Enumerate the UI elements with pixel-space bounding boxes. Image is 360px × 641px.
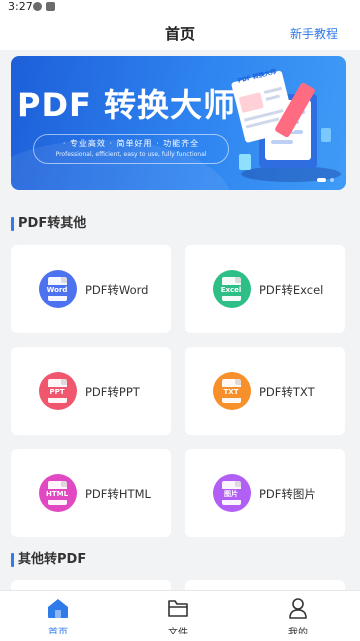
card-pdf-to-html[interactable]: HTML PDF转HTML [11, 449, 171, 537]
html-icon: HTML [39, 474, 77, 512]
folder-icon [168, 600, 188, 617]
home-icon [48, 599, 68, 618]
nav-item-home[interactable]: 首页 [28, 597, 88, 639]
profile-icon [289, 598, 307, 619]
card-label: PDF转HTML [85, 487, 151, 501]
banner-dot[interactable] [330, 178, 334, 182]
card-pdf-to-excel[interactable]: Excel PDF转Excel [185, 245, 345, 333]
section-title-other-to-pdf: 其他转PDF [11, 552, 86, 568]
card-pdf-to-txt[interactable]: TXT PDF转TXT [185, 347, 345, 435]
nav-item-profile[interactable]: 我的 [268, 597, 328, 639]
word-icon: Word [39, 270, 77, 308]
txt-icon: TXT [213, 372, 251, 410]
ppt-icon: PPT [39, 372, 77, 410]
card-pdf-to-word[interactable]: Word PDF转Word [11, 245, 171, 333]
header: 首页 新手教程 [0, 14, 360, 50]
banner-subtitle-pill: · 专业高效 · 简单好用 · 功能齐全 Professional, effic… [33, 134, 229, 164]
bottom-navigation: 首页 文件 我的 [0, 590, 360, 639]
banner-title: PDF 转换大师 [17, 86, 237, 124]
image-icon: 图片 [213, 474, 251, 512]
nav-item-files[interactable]: 文件 [148, 597, 208, 639]
card-label: PDF转图片 [259, 487, 316, 501]
card-label: PDF转Excel [259, 283, 324, 297]
sim-status-icon [46, 2, 55, 11]
gear-status-icon [33, 2, 42, 11]
card-label: PDF转TXT [259, 385, 315, 399]
banner-pagination [317, 178, 334, 182]
tutorial-link[interactable]: 新手教程 [290, 25, 338, 42]
status-time: 3:27 [8, 0, 33, 13]
banner-subtitle: · 专业高效 · 简单好用 · 功能齐全 [62, 139, 200, 148]
card-label: PDF转PPT [85, 385, 140, 399]
banner-dot-active[interactable] [317, 178, 326, 182]
excel-icon: Excel [213, 270, 251, 308]
card-label: PDF转Word [85, 283, 149, 297]
card-pdf-to-ppt[interactable]: PPT PDF转PPT [11, 347, 171, 435]
card-pdf-to-image[interactable]: 图片 PDF转图片 [185, 449, 345, 537]
status-bar: 3:27 [0, 0, 360, 14]
banner-subtitle-en: Professional, efficient, easy to use, fu… [55, 151, 207, 158]
promo-banner[interactable]: PDF 转换大师 · 专业高效 · 简单好用 · 功能齐全 Profession… [11, 56, 346, 190]
section-title-pdf-to-other: PDF转其他 [11, 216, 86, 232]
footer-strip [0, 634, 360, 641]
